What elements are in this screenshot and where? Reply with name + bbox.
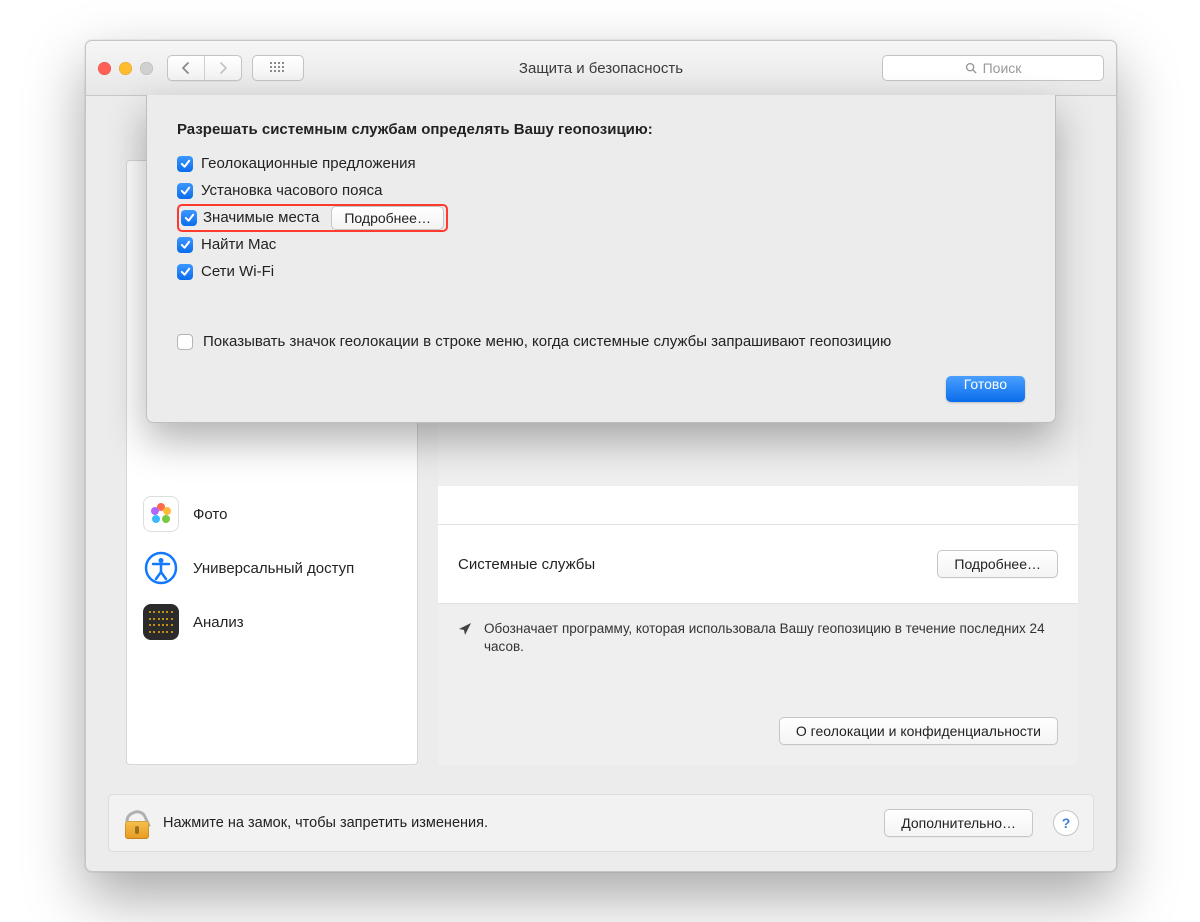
service-row: Установка часового пояса [177,177,1025,204]
highlighted-service: Значимые места Подробнее… [177,204,448,232]
service-label: Найти Mac [201,236,276,253]
service-label: Геолокационные предложения [201,155,416,172]
chevron-left-icon [181,61,191,75]
category-label: Универсальный доступ [193,560,354,577]
help-button[interactable]: ? [1053,810,1079,836]
photos-icon [143,496,179,532]
indicator-note-text: Обозначает программу, которая использова… [484,620,1058,656]
search-icon [965,62,977,74]
titlebar: Защита и безопасность Поиск [86,41,1116,96]
service-row: Сети Wi-Fi [177,258,1025,285]
menubar-indicator-row: Показывать значок геолокации в строке ме… [177,333,1025,350]
close-window-button[interactable] [98,62,111,75]
system-services-sheet: Разрешать системным службам определять В… [146,95,1056,423]
sheet-heading: Разрешать системным службам определять В… [177,121,1025,138]
location-arrow-icon [458,622,472,636]
system-services-row: Системные службы Подробнее… [438,524,1078,604]
location-indicator-note: Обозначает программу, которая использова… [458,620,1058,656]
advanced-button[interactable]: Дополнительно… [884,809,1033,837]
show-all-button[interactable] [252,55,304,81]
category-accessibility[interactable]: Универсальный доступ [127,541,417,595]
back-button[interactable] [168,56,205,80]
minimize-window-button[interactable] [119,62,132,75]
analytics-icon [143,604,179,640]
about-location-privacy-button[interactable]: О геолокации и конфиденциальности [779,717,1058,745]
zoom-window-button[interactable] [140,62,153,75]
service-checkbox[interactable] [177,183,193,199]
accessibility-icon [143,550,179,586]
lock-text: Нажмите на замок, чтобы запретить измене… [163,815,488,831]
preferences-window: Защита и безопасность Поиск [85,40,1117,872]
category-label: Фото [193,506,227,523]
service-row: Геолокационные предложения [177,150,1025,177]
category-label: Анализ [193,614,244,631]
search-placeholder: Поиск [983,60,1022,76]
system-services-label: Системные службы [458,556,595,573]
nav-back-forward [167,55,242,81]
service-row: Значимые места Подробнее… [177,204,1025,231]
system-services-details-button[interactable]: Подробнее… [937,550,1058,578]
category-photos[interactable]: Фото [127,487,417,541]
service-details-button[interactable]: Подробнее… [331,206,444,230]
search-field[interactable]: Поиск [882,55,1104,81]
service-checkbox[interactable] [177,156,193,172]
app-list-strip [438,486,1078,525]
grid-icon [270,62,286,74]
window-controls [98,62,153,75]
menubar-indicator-label: Показывать значок геолокации в строке ме… [203,333,891,350]
service-row: Найти Mac [177,231,1025,258]
service-label: Установка часового пояса [201,182,382,199]
chevron-right-icon [218,61,228,75]
forward-button[interactable] [205,56,241,80]
menubar-indicator-checkbox[interactable] [177,334,193,350]
lock-bar: Нажмите на замок, чтобы запретить измене… [108,794,1094,852]
service-checkbox[interactable] [177,237,193,253]
service-label: Значимые места [203,209,319,226]
category-analytics[interactable]: Анализ [127,595,417,649]
service-checkbox[interactable] [181,210,197,226]
service-checkbox[interactable] [177,264,193,280]
services-list: Геолокационные предложения Установка часо… [177,150,1025,285]
service-label: Сети Wi-Fi [201,263,274,280]
lock-icon[interactable] [123,807,151,839]
done-button[interactable]: Готово [946,376,1025,402]
